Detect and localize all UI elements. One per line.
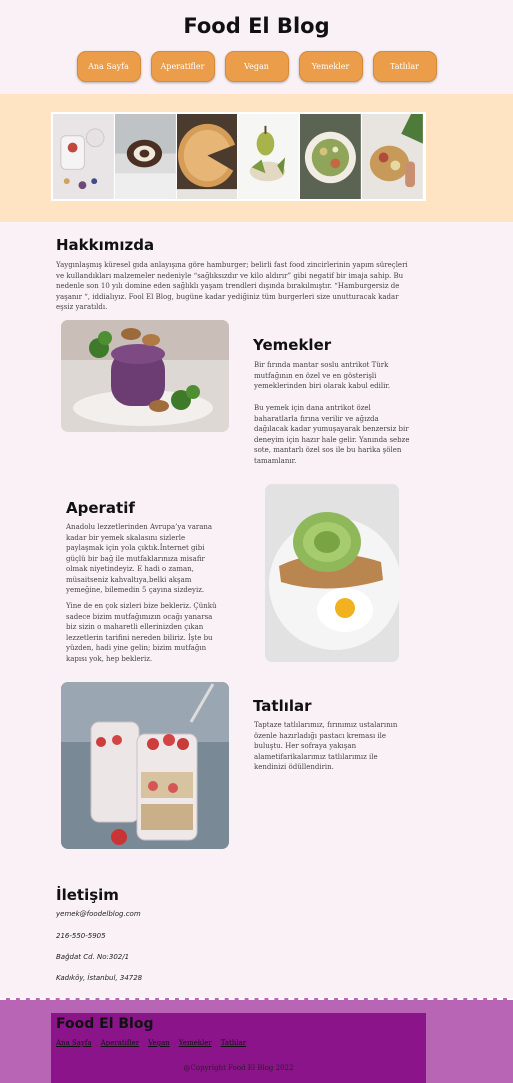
contact-phone[interactable]: 216-550-5905	[56, 932, 106, 940]
footer-nav: Ana Sayfa Aperatifler Vegan Yemekler Tat…	[56, 1039, 246, 1047]
gallery-image-pear-salad	[238, 114, 301, 199]
yemekler-title: Yemekler	[253, 336, 332, 354]
tatlilar-title: Tatlılar	[253, 697, 312, 715]
footer-link-ana-sayfa[interactable]: Ana Sayfa	[56, 1039, 92, 1047]
nav-tatlilar-button[interactable]: Tatlılar	[372, 51, 437, 82]
aperatif-text-1: Anadolu lezzetlerinden Avrupa’ya varana …	[66, 523, 213, 594]
gallery-image-bowl	[300, 114, 363, 199]
contact-city: Kadıköy, İstanbul, 34728	[56, 974, 143, 982]
aperatif-title: Aperatif	[66, 499, 135, 517]
gallery-image-pie	[176, 114, 239, 199]
contact-email[interactable]: yemek@foodelblog.com	[56, 910, 141, 918]
nav-yemekler-button[interactable]: Yemekler	[298, 51, 363, 82]
contact-title: İletişim	[56, 886, 119, 904]
footer-link-yemekler[interactable]: Yemekler	[179, 1039, 212, 1047]
aperatif-photo	[265, 484, 399, 662]
about-title: Hakkımızda	[56, 236, 155, 254]
gallery-image-toast	[362, 114, 424, 199]
gallery-image-jars	[53, 114, 115, 199]
yemekler-text-2: Bu yemek için dana antrikot özel baharat…	[254, 404, 410, 465]
footer-link-vegan[interactable]: Vegan	[148, 1039, 170, 1047]
gallery-image-cake-roll	[114, 114, 177, 199]
footer-link-aperatifler[interactable]: Aperatifler	[101, 1039, 139, 1047]
contact-street: Bağdat Cd. No:302/1	[56, 953, 130, 961]
aperatif-text-2: Yine de en çok sizleri bize bekleriz. Çü…	[66, 602, 217, 663]
site-title: Food El Blog	[183, 14, 330, 38]
main-nav: Ana Sayfa Aperatifler Vegan Yemekler Tat…	[0, 51, 513, 82]
yemekler-photo	[61, 320, 229, 432]
about-text: Yaygınlaşmış küresel gıda anlayışına gör…	[56, 261, 408, 311]
yemekler-text-1: Bir fırında mantar soslu antrikot Türk m…	[254, 361, 391, 390]
nav-aperatifler-button[interactable]: Aperatifler	[150, 51, 215, 82]
nav-ana-sayfa-button[interactable]: Ana Sayfa	[76, 51, 141, 82]
nav-vegan-button[interactable]: Vegan	[224, 51, 289, 82]
copyright-text: @Copyright Food El Blog 2022	[183, 1064, 294, 1072]
tatlilar-photo	[61, 682, 229, 849]
footer-title: Food El Blog	[56, 1016, 154, 1032]
food-gallery	[51, 112, 426, 201]
tatlilar-text: Taptaze tatlılarımız, fırınımız ustaları…	[254, 721, 398, 771]
footer-link-tatlilar[interactable]: Tatlılar	[221, 1039, 246, 1047]
